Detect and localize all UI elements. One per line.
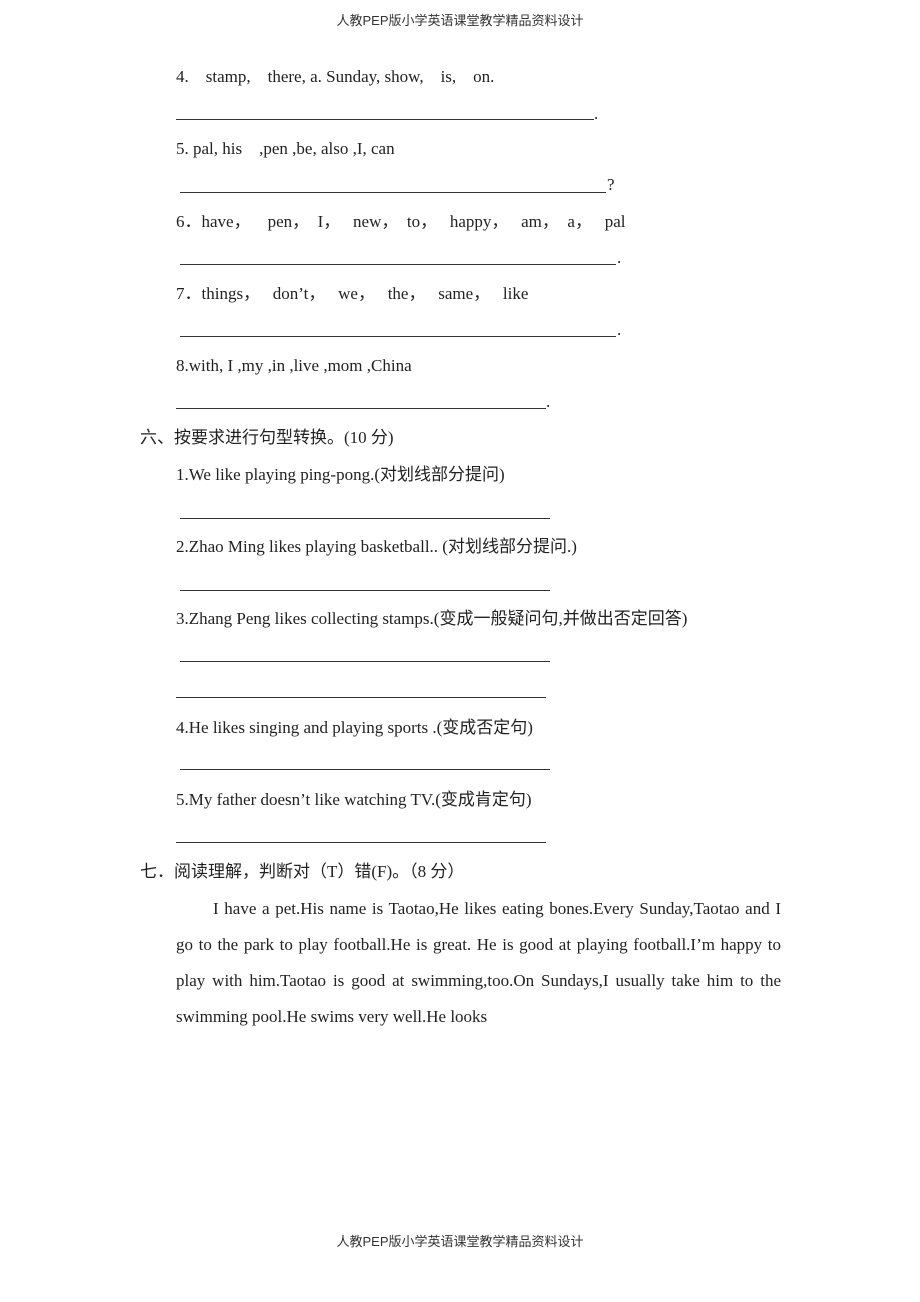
line-end-punct: . [617, 248, 622, 267]
answer-line[interactable] [176, 408, 546, 409]
answer-line[interactable] [180, 192, 606, 193]
answer-line[interactable] [180, 590, 550, 591]
question-item: 6．have， pen， I， new， to， happy， am， a， p… [176, 212, 626, 231]
answer-line[interactable] [180, 518, 550, 519]
section-title: 七．阅读理解，判断对（T）错(F)。（8 分） [140, 862, 465, 881]
line-end-punct: . [546, 392, 551, 411]
question-item: 4.He likes singing and playing sports .(… [176, 718, 533, 737]
line-end-punct: . [617, 320, 622, 339]
question-item: 1.We like playing ping-pong.(对划线部分提问) [176, 465, 505, 484]
question-item: 7．things， don’t， we， the， same， like [176, 284, 529, 303]
line-end-punct: ? [607, 175, 615, 194]
answer-line[interactable] [180, 769, 550, 770]
question-item: 5. pal, his ,pen ,be, also ,I, can [176, 139, 395, 158]
passage-text: I have a pet.His name is Taotao,He likes… [176, 899, 781, 1026]
section-title: 六、按要求进行句型转换。(10 分) [140, 428, 394, 447]
reading-passage: I have a pet.His name is Taotao,He likes… [176, 891, 781, 1035]
question-item: 5.My father doesn’t like watching TV.(变成… [176, 790, 532, 809]
question-item: 4. stamp, there, a. Sunday, show, is, on… [176, 67, 495, 86]
page-footer: 人教PEP版小学英语课堂教学精品资料设计 [336, 1234, 584, 1249]
question-item: 3.Zhang Peng likes collecting stamps.(变成… [176, 609, 688, 628]
question-item: 2.Zhao Ming likes playing basketball.. (… [176, 537, 577, 556]
answer-line[interactable] [176, 842, 546, 843]
answer-line[interactable] [176, 119, 594, 120]
line-end-punct: . [594, 104, 599, 123]
answer-line[interactable] [176, 697, 546, 698]
question-item: 8.with, I ,my ,in ,live ,mom ,China [176, 356, 412, 375]
answer-line[interactable] [180, 336, 616, 337]
answer-line[interactable] [180, 661, 550, 662]
page-header: 人教PEP版小学英语课堂教学精品资料设计 [336, 13, 584, 28]
answer-line[interactable] [180, 264, 616, 265]
